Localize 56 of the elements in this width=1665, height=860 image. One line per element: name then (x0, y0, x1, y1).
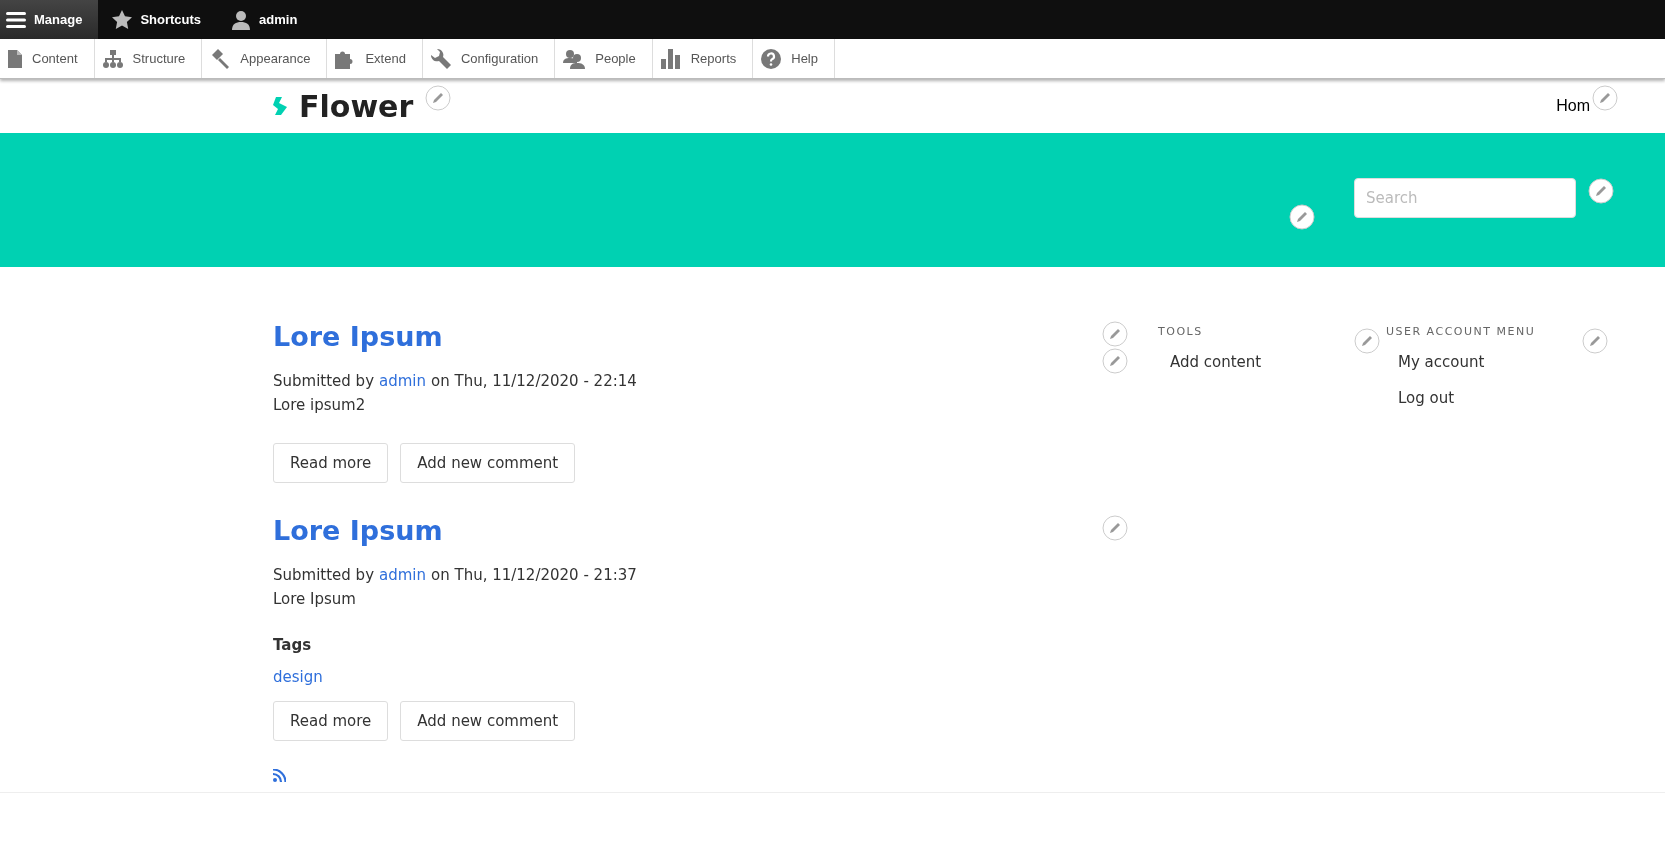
nav-link[interactable]: Hom (1556, 97, 1590, 115)
edit-pencil-icon[interactable] (425, 85, 452, 111)
toolbar-tab[interactable]: Shortcuts (106, 0, 218, 39)
admin-menu-item[interactable]: Extend (327, 39, 423, 78)
admin-menu-item[interactable]: Configuration (422, 39, 556, 78)
tags-label: Tags (273, 635, 313, 656)
toolbar-tab[interactable]: admin (225, 0, 314, 39)
submitted-date: on Thu, 11/12/2020 - 22:14 (431, 371, 637, 392)
block-title: USER ACCOUNT MENU (1386, 325, 1536, 338)
edit-pencil-icon[interactable] (1592, 85, 1618, 111)
edit-pencil-icon[interactable] (1102, 348, 1128, 374)
admin-menu-item[interactable]: Appearance (202, 39, 328, 78)
article-body: Lore Ipsum (273, 589, 357, 610)
article-title[interactable]: Lore Ipsum (273, 317, 1158, 357)
admin-menu-item[interactable]: Structure (94, 39, 203, 78)
bar-chart-icon (660, 48, 681, 69)
block-menu-link[interactable]: Log out (1386, 380, 1614, 416)
edit-pencil-icon[interactable] (1289, 204, 1315, 230)
edit-pencil-icon[interactable] (1582, 328, 1608, 354)
article-button[interactable]: Read more (273, 701, 389, 741)
wrench-icon (430, 48, 451, 69)
article-button[interactable]: Add new comment (400, 701, 576, 741)
search-field[interactable]: Search (1354, 178, 1576, 218)
author-link[interactable]: admin (379, 563, 426, 587)
admin-menu-item[interactable]: People (555, 39, 653, 78)
sitemap-icon (102, 49, 123, 68)
site-name[interactable]: Flower (299, 88, 414, 124)
article-body: Lore ipsum2 (273, 395, 367, 416)
admin-menu-item[interactable]: Help (753, 39, 835, 78)
leaf-logo-icon (273, 97, 287, 115)
block-menu-link[interactable]: My account (1386, 344, 1614, 380)
submitted-text: Submitted by (273, 565, 374, 586)
block-menu-link[interactable]: Add content (1158, 344, 1386, 380)
page-icon (8, 49, 22, 68)
block-title: TOOLS (1158, 325, 1203, 338)
hammer-icon (210, 48, 231, 69)
edit-pencil-icon[interactable] (1588, 178, 1614, 204)
toolbar-tab[interactable]: Manage (0, 0, 99, 39)
edit-pencil-icon[interactable] (1102, 515, 1128, 541)
people-icon (563, 48, 586, 69)
admin-menu-item[interactable]: Content (0, 39, 95, 78)
submitted-date: on Thu, 11/12/2020 - 21:37 (431, 565, 637, 586)
author-link[interactable]: admin (379, 369, 426, 393)
user-icon (231, 9, 252, 30)
article-title[interactable]: Lore Ipsum (273, 511, 1158, 551)
article-button[interactable]: Read more (273, 443, 389, 483)
rss-feed-icon[interactable] (273, 769, 286, 782)
menu-icon (6, 10, 26, 29)
star-icon (112, 10, 133, 29)
tag-link[interactable]: design (273, 665, 1158, 689)
edit-pencil-icon[interactable] (1102, 321, 1128, 347)
help-icon (761, 48, 782, 69)
edit-pencil-icon[interactable] (1354, 328, 1380, 354)
submitted-text: Submitted by (273, 371, 374, 392)
article-button[interactable]: Add new comment (400, 443, 576, 483)
admin-menu-item[interactable]: Reports (652, 39, 754, 78)
